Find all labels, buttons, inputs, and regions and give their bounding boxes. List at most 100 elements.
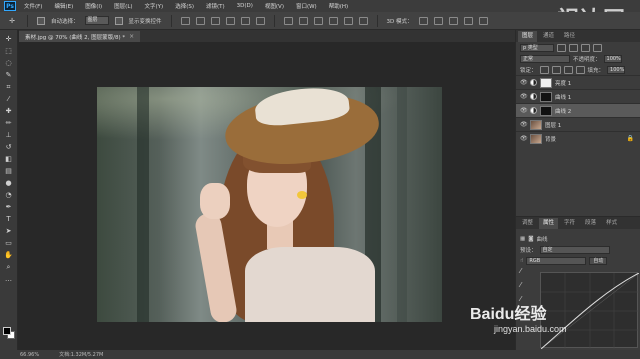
layer-mask-thumbnail[interactable]: [540, 105, 552, 116]
menu-edit[interactable]: 编辑(E): [54, 2, 73, 10]
preset-dropdown[interactable]: 自定: [539, 245, 610, 254]
fill-input[interactable]: 100%: [607, 65, 626, 74]
distribute-bottom-icon[interactable]: [313, 16, 323, 25]
type-icon[interactable]: T: [3, 214, 15, 224]
layer-row[interactable]: 👁 曲线 1: [516, 89, 640, 103]
3d-slide-icon[interactable]: [463, 16, 473, 25]
layer-name[interactable]: 曲线 1: [555, 93, 571, 101]
zoom-level[interactable]: 66.96%: [20, 352, 39, 358]
visibility-eye-icon[interactable]: 👁: [520, 107, 528, 114]
align-top-icon[interactable]: [180, 16, 190, 25]
layer-name[interactable]: 背景: [545, 135, 556, 143]
auto-select-dropdown[interactable]: 图层: [84, 16, 109, 25]
menu-type[interactable]: 文字(Y): [145, 2, 164, 10]
history-brush-icon[interactable]: ↺: [3, 142, 15, 152]
layer-name[interactable]: 亮度 1: [555, 79, 571, 87]
align-right-icon[interactable]: [255, 16, 265, 25]
close-icon[interactable]: ×: [129, 33, 134, 40]
visibility-eye-icon[interactable]: 👁: [520, 121, 528, 128]
distribute-left-icon[interactable]: [328, 16, 338, 25]
menu-file[interactable]: 文件(F): [24, 2, 42, 10]
align-center-icon[interactable]: [240, 16, 250, 25]
pen-icon[interactable]: ✒: [3, 202, 15, 212]
blend-mode-dropdown[interactable]: 正常: [520, 54, 570, 63]
tab-paths[interactable]: 路径: [560, 31, 579, 42]
layer-row[interactable]: 👁 背景 🔒: [516, 131, 640, 145]
eyedropper-gray-icon[interactable]: ⁄: [520, 281, 521, 289]
layer-thumbnail[interactable]: [530, 119, 542, 130]
channel-dropdown[interactable]: RGB: [526, 256, 587, 265]
tab-paragraph[interactable]: 段落: [581, 218, 600, 229]
targeted-adjust-icon[interactable]: ☝: [520, 258, 523, 264]
auto-button[interactable]: 自动: [589, 256, 608, 265]
eyedropper-black-icon[interactable]: ⁄: [520, 267, 521, 275]
menu-window[interactable]: 窗口(W): [296, 2, 317, 10]
filter-shape-icon[interactable]: [593, 43, 602, 52]
tab-channels[interactable]: 通道: [539, 31, 558, 42]
lock-paint-icon[interactable]: [551, 65, 561, 74]
menu-layer[interactable]: 图层(L): [114, 2, 132, 10]
layer-name[interactable]: 图层 1: [545, 121, 561, 129]
visibility-eye-icon[interactable]: 👁: [520, 135, 528, 142]
canvas-image[interactable]: [97, 87, 442, 322]
tab-adjustments[interactable]: 调整: [518, 218, 537, 229]
lock-pixels-icon[interactable]: [539, 65, 549, 74]
menu-filter[interactable]: 滤镜(T): [206, 2, 225, 10]
3d-roll-icon[interactable]: [433, 16, 443, 25]
menu-view[interactable]: 视图(V): [265, 2, 284, 10]
menu-image[interactable]: 图像(I): [85, 2, 102, 10]
gradient-icon[interactable]: ▤: [3, 166, 15, 176]
hand-icon[interactable]: ✋: [3, 250, 15, 260]
menu-3d[interactable]: 3D(D): [237, 3, 253, 9]
layer-row[interactable]: 👁 亮度 1: [516, 75, 640, 89]
healing-brush-icon[interactable]: ✚: [3, 106, 15, 116]
layer-filter-dropdown[interactable]: p 类型: [520, 43, 554, 52]
filter-type-icon[interactable]: [581, 43, 590, 52]
foreground-color-swatch[interactable]: [3, 327, 11, 335]
3d-scale-icon[interactable]: [478, 16, 488, 25]
document-tab[interactable]: 素材.jpg @ 70% (曲线 2, 图层蒙版/8) * ×: [19, 31, 141, 42]
document-canvas[interactable]: [19, 42, 515, 350]
path-select-icon[interactable]: ➤: [3, 226, 15, 236]
layer-name[interactable]: 曲线 2: [555, 107, 571, 115]
crop-icon[interactable]: ⌗: [3, 82, 15, 92]
align-left-icon[interactable]: [225, 16, 235, 25]
layer-mask-thumbnail[interactable]: [540, 91, 552, 102]
menu-help[interactable]: 帮助(H): [329, 2, 348, 10]
lasso-icon[interactable]: ◌: [3, 58, 15, 68]
visibility-eye-icon[interactable]: 👁: [520, 93, 528, 100]
opacity-input[interactable]: 100%: [603, 54, 622, 63]
show-transform-checkbox[interactable]: [114, 16, 123, 25]
filter-adjustment-icon[interactable]: [569, 43, 578, 52]
layer-row[interactable]: 👁 图层 1: [516, 117, 640, 131]
3d-drag-icon[interactable]: [448, 16, 458, 25]
distribute-middle-icon[interactable]: [298, 16, 308, 25]
move-tool-icon[interactable]: ✛: [6, 16, 18, 26]
layer-row-selected[interactable]: 👁 曲线 2: [516, 103, 640, 117]
tab-layers[interactable]: 图层: [518, 30, 538, 42]
filter-pixel-icon[interactable]: [557, 43, 566, 52]
align-bottom-icon[interactable]: [210, 16, 220, 25]
clone-stamp-icon[interactable]: ⊥: [3, 130, 15, 140]
zoom-icon[interactable]: ⌕: [3, 262, 15, 272]
visibility-eye-icon[interactable]: 👁: [520, 79, 528, 86]
eraser-icon[interactable]: ◧: [3, 154, 15, 164]
tab-properties[interactable]: 属性: [539, 217, 559, 229]
menu-select[interactable]: 选择(S): [175, 2, 194, 10]
move-icon[interactable]: ✛: [3, 34, 15, 44]
3d-rotate-icon[interactable]: [418, 16, 428, 25]
lock-position-icon[interactable]: [563, 65, 573, 74]
brush-icon[interactable]: ✏: [3, 118, 15, 128]
distribute-right-icon[interactable]: [358, 16, 368, 25]
lock-all-icon[interactable]: [575, 65, 585, 74]
blur-icon[interactable]: ●: [3, 178, 15, 188]
tab-styles[interactable]: 样式: [602, 218, 621, 229]
mask-icon[interactable]: ◙: [528, 236, 533, 242]
shape-icon[interactable]: ▭: [3, 238, 15, 248]
layer-thumbnail[interactable]: [530, 133, 542, 144]
eyedropper-icon[interactable]: ⁄: [3, 94, 15, 104]
align-middle-icon[interactable]: [195, 16, 205, 25]
more-tools-icon[interactable]: …: [3, 274, 15, 284]
tab-character[interactable]: 字符: [560, 218, 579, 229]
marquee-icon[interactable]: ⬚: [3, 46, 15, 56]
